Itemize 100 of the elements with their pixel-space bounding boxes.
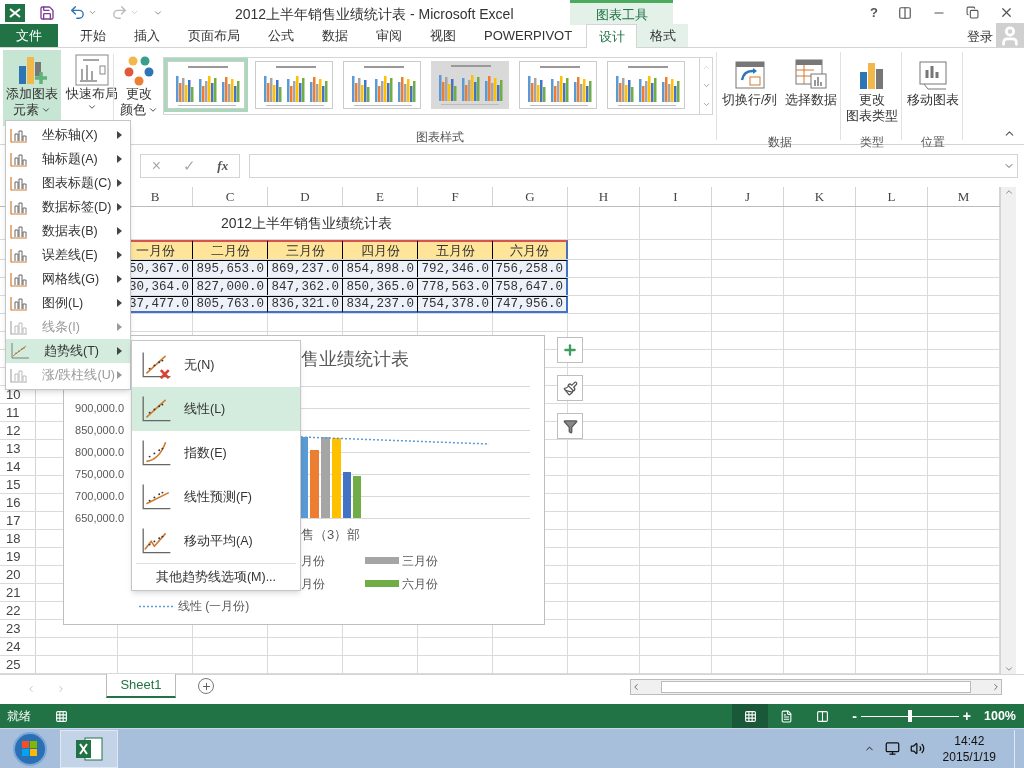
- row-number[interactable]: 22: [6, 600, 21, 621]
- ribbon-button[interactable]: 选择数据: [782, 52, 841, 128]
- ribbon-button[interactable]: 更改 图表类型: [843, 52, 902, 128]
- column-header[interactable]: K: [784, 187, 856, 206]
- column-header[interactable]: G: [493, 187, 568, 206]
- menu-item[interactable]: 轴标题(A): [6, 147, 130, 171]
- chart-style-thumbnail[interactable]: [340, 58, 424, 112]
- normal-view-button[interactable]: [732, 704, 769, 728]
- row-number[interactable]: 23: [6, 618, 21, 639]
- caret-icon[interactable]: [88, 8, 97, 17]
- zoom-out-button[interactable]: -: [852, 705, 857, 727]
- clock-date[interactable]: 2015/1/19: [942, 748, 996, 765]
- volume-icon[interactable]: [909, 741, 925, 756]
- ribbon-tab[interactable]: POWERPIVOT: [470, 24, 587, 47]
- excel-logo-icon[interactable]: [5, 3, 25, 22]
- ribbon-tab[interactable]: 数据: [308, 24, 362, 47]
- ribbon-button[interactable]: 更改 颜色: [117, 50, 161, 126]
- category-label: 售（3）部: [301, 526, 361, 544]
- scroll-thumb[interactable]: [661, 681, 971, 693]
- row-number[interactable]: 16: [6, 492, 21, 513]
- row-number[interactable]: 19: [6, 546, 21, 567]
- bar-chart-icon: [10, 319, 28, 335]
- menu-item[interactable]: 趋势线(T): [6, 339, 130, 363]
- row-number[interactable]: 15: [6, 474, 21, 495]
- menu-item[interactable]: 线性(L): [132, 387, 300, 431]
- menu-item[interactable]: 移动平均(A): [132, 519, 300, 563]
- row-number[interactable]: 25: [6, 654, 21, 675]
- plus-icon: [562, 342, 578, 358]
- zoom-slider[interactable]: [860, 710, 959, 722]
- ribbon-tab[interactable]: 开始: [66, 24, 120, 47]
- macro-record-icon[interactable]: [55, 709, 68, 723]
- menu-item[interactable]: 线性预测(F): [132, 475, 300, 519]
- menu-item[interactable]: 其他趋势线选项(M)...: [132, 564, 300, 590]
- ribbon-button[interactable]: 添加图表 元素: [3, 50, 61, 126]
- start-button[interactable]: [13, 731, 47, 766]
- submenu-arrow-icon: [117, 155, 122, 163]
- zoom-level[interactable]: 100%: [984, 706, 1016, 726]
- help-button[interactable]: ?: [870, 2, 878, 23]
- zoom-in-button[interactable]: +: [962, 705, 971, 727]
- chart-style-thumbnail[interactable]: [428, 58, 512, 112]
- scroll-up-icon[interactable]: [1003, 187, 1014, 197]
- ribbon-tab[interactable]: 视图: [416, 24, 470, 47]
- row-number[interactable]: 24: [6, 636, 21, 657]
- column-header[interactable]: E: [343, 187, 418, 206]
- ribbon-tab[interactable]: 设计: [586, 24, 638, 48]
- row-number[interactable]: 20: [6, 564, 21, 585]
- chart-style-thumbnail[interactable]: [516, 58, 600, 112]
- taskbar-excel-button[interactable]: [60, 729, 118, 768]
- chart-style-thumbnail[interactable]: [252, 58, 336, 112]
- ribbon-tab[interactable]: 插入: [120, 24, 174, 47]
- formula-input[interactable]: [249, 154, 1018, 178]
- row-number[interactable]: 11: [6, 402, 20, 423]
- axis-label: 850,000.0: [74, 423, 124, 438]
- menu-item[interactable]: 数据表(B): [6, 219, 130, 243]
- ribbon-button[interactable]: 切换行/列: [719, 52, 781, 128]
- close-icon[interactable]: [999, 5, 1014, 20]
- network-icon[interactable]: [884, 741, 900, 756]
- scroll-down-icon[interactable]: [1003, 664, 1014, 674]
- save-icon[interactable]: [39, 4, 55, 21]
- restore-icon[interactable]: [966, 6, 979, 19]
- menu-item[interactable]: 无(N): [132, 343, 300, 387]
- ribbon-tab[interactable]: 审阅: [362, 24, 416, 47]
- chart-style-thumbnail[interactable]: [604, 58, 688, 112]
- chart-filters-button[interactable]: [557, 413, 583, 439]
- horizontal-scrollbar[interactable]: [630, 679, 1002, 695]
- ribbon-tab[interactable]: 文件: [0, 24, 58, 47]
- ribbon-button[interactable]: 移动图表: [904, 52, 963, 128]
- legend-label: 月份: [301, 552, 325, 570]
- table-header-cell: 六月份: [493, 240, 568, 259]
- ribbon-tab[interactable]: 页面布局: [174, 24, 254, 47]
- insert-function-button[interactable]: fx: [217, 156, 229, 176]
- ribbon-tab[interactable]: 格式: [637, 24, 689, 47]
- column-header[interactable]: L: [856, 187, 928, 206]
- sheet-tab[interactable]: Sheet1: [106, 674, 176, 698]
- menu-item[interactable]: 指数(E): [132, 431, 300, 475]
- scroll-left-icon[interactable]: [631, 682, 641, 692]
- scroll-right-icon[interactable]: [991, 682, 1001, 692]
- row-number[interactable]: 14: [6, 456, 21, 477]
- ribbon-tab[interactable]: 公式: [254, 24, 308, 47]
- column-header[interactable]: C: [193, 187, 268, 206]
- column-header[interactable]: F: [418, 187, 493, 206]
- clock-time[interactable]: 14:42: [954, 732, 985, 749]
- chart-style-thumbnail[interactable]: [164, 58, 248, 112]
- chart-elements-button[interactable]: [557, 337, 583, 363]
- menu-item[interactable]: 坐标轴(X): [6, 123, 130, 147]
- column-header[interactable]: D: [268, 187, 343, 206]
- chart-styles-button[interactable]: [557, 375, 583, 401]
- row-number[interactable]: 17: [6, 510, 21, 531]
- row-number[interactable]: 12: [6, 420, 21, 441]
- row-number[interactable]: 21: [6, 582, 21, 603]
- row-number[interactable]: 18: [6, 528, 21, 549]
- column-header[interactable]: J: [712, 187, 784, 206]
- column-header[interactable]: I: [640, 187, 712, 206]
- vertical-scrollbar[interactable]: [1000, 187, 1016, 674]
- column-header[interactable]: H: [568, 187, 640, 206]
- undo-icon[interactable]: [69, 4, 86, 21]
- bar-chart-icon: [10, 175, 28, 191]
- ribbon-display-icon[interactable]: [898, 5, 912, 20]
- sign-in-link[interactable]: 登录: [967, 27, 993, 47]
- row-number[interactable]: 13: [6, 438, 21, 459]
